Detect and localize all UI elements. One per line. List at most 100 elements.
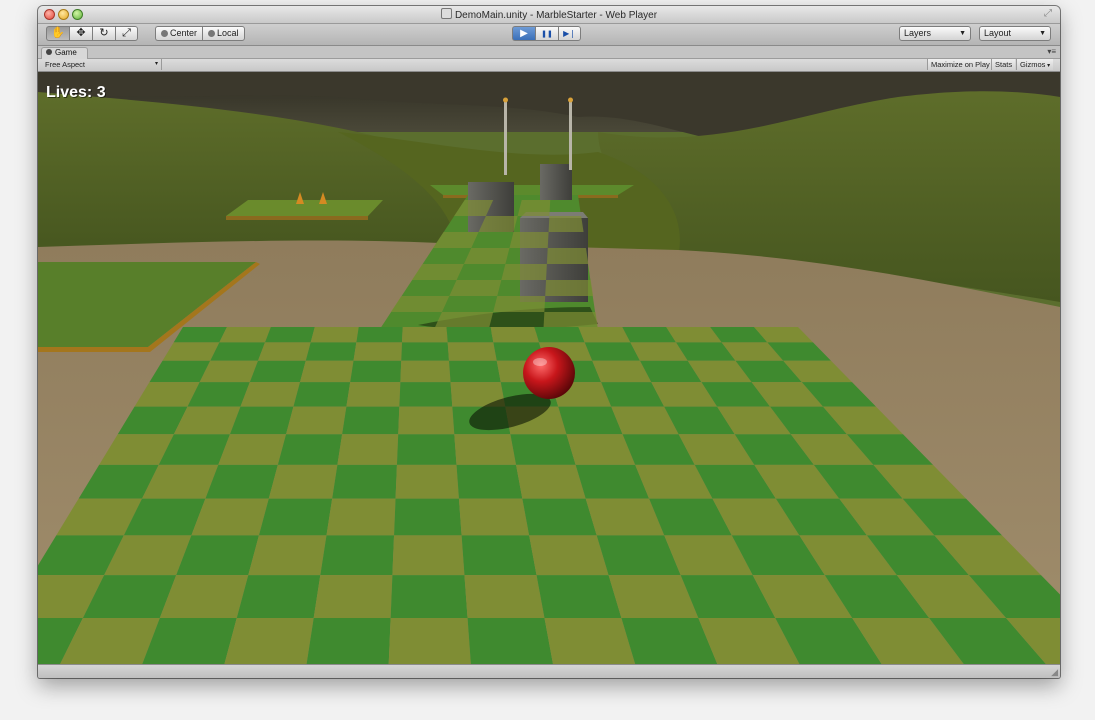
bridge-tile — [501, 264, 547, 280]
floor-tile — [258, 342, 311, 361]
far-platform — [430, 185, 634, 195]
tab-game-label: Game — [55, 48, 77, 57]
chevron-down-icon: ▾ — [1045, 63, 1051, 69]
fullscreen-icon[interactable]: ⤢ — [1044, 9, 1054, 19]
unity-document-icon — [440, 8, 452, 19]
layout-dropdown[interactable]: Layout ▼ — [979, 26, 1051, 41]
floor-tile — [395, 464, 459, 499]
title-bar: DemoMain.unity - MarbleStarter - Web Pla… — [38, 6, 1060, 24]
floor-tile — [464, 575, 545, 619]
floor-tile — [392, 535, 465, 576]
floor-tile — [398, 406, 455, 435]
floor-tile — [224, 618, 314, 664]
bridge-tile — [463, 248, 510, 264]
game-scene — [38, 72, 1060, 664]
stats-label: Stats — [995, 60, 1013, 69]
floor-tile — [210, 342, 266, 361]
floor-tile — [248, 535, 327, 576]
floor-tile — [402, 327, 448, 343]
pivot-center-button[interactable]: Center — [155, 26, 203, 41]
bridge-tile — [449, 280, 502, 296]
floor-tile — [461, 535, 537, 576]
floor-tile — [229, 406, 294, 435]
layers-dropdown[interactable]: Layers ▼ — [899, 26, 971, 41]
play-icon: ▶ — [520, 28, 528, 39]
floor-tile — [454, 434, 517, 465]
bridge-tile — [548, 216, 584, 232]
floor-tile — [219, 327, 271, 343]
aspect-dropdown[interactable]: Free Aspect ▾ — [41, 59, 162, 70]
pivot-center-label: Center — [170, 28, 198, 38]
pause-button[interactable]: ❚❚ — [535, 26, 558, 41]
globe-icon — [208, 30, 216, 37]
floor-tile — [490, 327, 540, 343]
maximize-on-play-button[interactable]: Maximize on Play — [927, 59, 993, 70]
gizmos-label: Gizmos — [1020, 60, 1046, 69]
aspect-label: Free Aspect — [45, 60, 86, 69]
floor-tile — [401, 342, 449, 361]
floor-tile — [310, 327, 359, 343]
floor-tile — [529, 535, 609, 576]
floor-tile — [458, 498, 530, 536]
main-toolbar: ✋ ✥ ↻ ⤢ Center Local ▶ ❚❚ ▶❘ Layers ▼ Lay… — [38, 24, 1060, 46]
floor-tile — [306, 618, 391, 664]
floor-tile — [467, 618, 553, 664]
rotate-tool-button[interactable]: ↻ — [92, 26, 115, 41]
chevron-down-icon: ▾ — [154, 61, 158, 67]
floor-tile — [356, 327, 403, 343]
step-icon: ▶❘ — [563, 29, 576, 38]
floor-tile — [516, 464, 586, 499]
floor-tile — [300, 360, 354, 383]
floor-tile — [388, 618, 471, 664]
bridge-tile — [543, 312, 598, 328]
play-button[interactable]: ▶ — [512, 26, 535, 41]
pivot-local-button[interactable]: Local — [202, 26, 245, 41]
floor-tile — [240, 382, 300, 407]
floor-tile — [265, 327, 315, 343]
play-controls: ▶ ❚❚ ▶❘ — [512, 26, 581, 41]
stats-button[interactable]: Stats — [991, 59, 1016, 70]
scale-tool-button[interactable]: ⤢ — [115, 26, 138, 41]
move-icon: ✥ — [76, 27, 86, 39]
floor-tile — [258, 498, 333, 536]
bridge-tile — [546, 248, 589, 264]
rotate-icon: ↻ — [99, 27, 109, 39]
floor-tile — [449, 360, 501, 383]
bridge-tile — [434, 312, 494, 328]
tab-menu-icon[interactable]: ▾≡ — [1047, 47, 1056, 56]
floor-tile — [399, 382, 453, 407]
floor-tile — [446, 327, 494, 343]
floor-tile — [342, 406, 400, 435]
floor-tile — [293, 382, 351, 407]
pivot-icon — [161, 30, 168, 37]
floor-tile — [346, 382, 401, 407]
step-button[interactable]: ▶❘ — [558, 26, 581, 41]
floor-tile — [326, 498, 396, 536]
hand-icon: ✋ — [51, 27, 65, 39]
hand-tool-button[interactable]: ✋ — [46, 26, 69, 41]
floor-tile — [249, 360, 306, 383]
floor-tile — [277, 434, 343, 465]
floor-tile — [353, 342, 403, 361]
move-tool-button[interactable]: ✥ — [69, 26, 92, 41]
window-title-text: DemoMain.unity - MarbleStarter - Web Pla… — [454, 10, 658, 21]
tab-game[interactable]: Game — [41, 47, 88, 59]
scale-icon: ⤢ — [122, 27, 131, 39]
layers-label: Layers — [904, 28, 932, 38]
floor-tile — [350, 360, 402, 383]
transform-tools: ✋ ✥ ↻ ⤢ — [46, 26, 138, 41]
game-viewport[interactable]: Lives: 3 — [38, 72, 1060, 664]
floor-tile — [400, 360, 451, 383]
chevron-down-icon: ▼ — [1039, 30, 1046, 37]
floor-tile — [394, 498, 462, 536]
unity-window: DemoMain.unity - MarbleStarter - Web Pla… — [38, 6, 1060, 678]
marble-ball — [523, 347, 575, 399]
chevron-down-icon: ▼ — [959, 30, 966, 37]
floor-tile — [320, 535, 395, 576]
gizmos-dropdown[interactable]: Gizmos ▾ — [1016, 59, 1054, 70]
floor-tile — [536, 575, 622, 619]
bridge-tile — [545, 280, 594, 296]
floor-tile — [286, 406, 347, 435]
resize-grip-icon[interactable]: ◢ — [1051, 667, 1058, 678]
status-bar: ◢ — [38, 664, 1060, 678]
